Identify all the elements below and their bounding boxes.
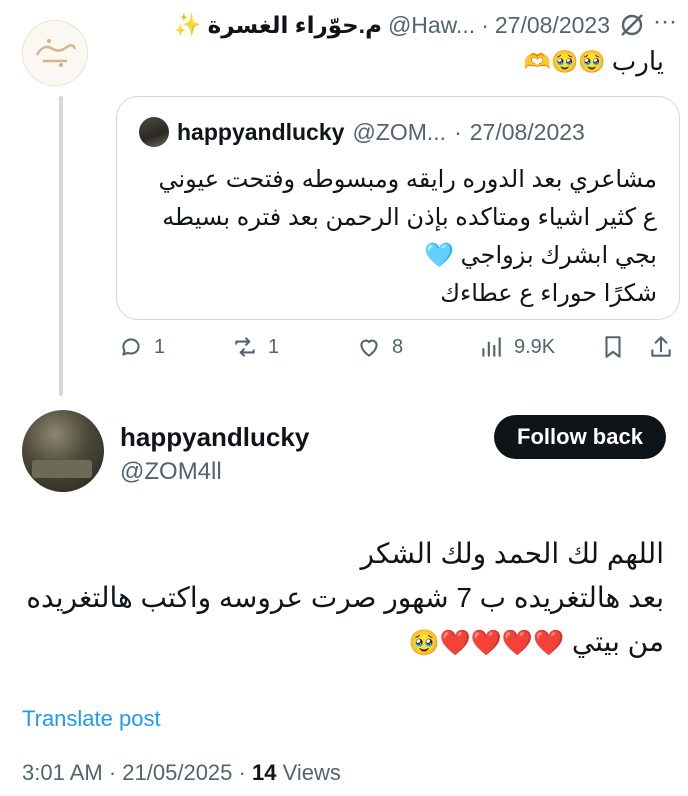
main-avatar[interactable] — [22, 410, 104, 492]
quoted-avatar — [139, 117, 169, 147]
views-label: Views — [282, 760, 341, 785]
parent-emojis: 🥹🥹🫶 — [523, 48, 606, 74]
separator: · — [454, 118, 462, 145]
hearts-emojis: ❤️❤️❤️❤️🥹 — [408, 629, 565, 657]
tweet-meta: 3:01 AM · 21/05/2025 · 14 Views — [22, 760, 341, 786]
sparkle-icon: ✨ — [174, 12, 202, 37]
main-display-name[interactable]: happyandlucky — [120, 422, 309, 453]
views-icon — [482, 337, 501, 357]
separator: · — [481, 11, 489, 38]
parent-date[interactable]: 27/08/2023 — [495, 12, 610, 39]
main-line-row: من بيتي ❤️❤️❤️❤️🥹 — [24, 620, 664, 665]
quoted-display-name: happyandlucky — [177, 118, 345, 145]
parent-handle[interactable]: @Haw... — [388, 12, 475, 39]
main-line: اللهم لك الحمد ولك الشكر — [360, 538, 665, 569]
views-total: 14 — [251, 760, 277, 785]
action-bar: 1 1 8 9.9K — [116, 334, 680, 374]
thread-line — [59, 96, 63, 396]
post-date[interactable]: 21/05/2025 — [122, 760, 232, 785]
bookmark-icon — [605, 336, 621, 358]
views-button[interactable]: 9.9K — [478, 334, 555, 360]
post-time[interactable]: 3:01 AM — [22, 760, 103, 785]
parent-text: يارب — [611, 46, 664, 76]
views-count: 9.9K — [514, 335, 556, 358]
reply-icon — [122, 338, 140, 356]
share-button[interactable] — [648, 334, 674, 360]
follow-back-button[interactable]: Follow back — [494, 415, 666, 459]
separator: · — [108, 760, 117, 785]
quoted-line: شكرًا حوراء ع عطاءك — [440, 280, 657, 307]
like-count: 8 — [392, 335, 404, 358]
share-icon — [651, 336, 671, 357]
parent-avatar[interactable] — [22, 20, 88, 86]
repost-button[interactable]: 1 — [232, 334, 279, 360]
quoted-line: بجي ابشرك بزواجي 🩵 — [424, 242, 657, 269]
repost-icon — [235, 337, 255, 357]
quoted-line: مشاعري بعد الدوره رايقه ومبسوطه وفتحت عي… — [158, 166, 657, 193]
parent-display-name[interactable]: م.حوّراء الغسرة — [208, 12, 382, 39]
like-button[interactable]: 8 — [356, 334, 403, 360]
reply-count: 1 — [154, 335, 166, 358]
translate-post-link[interactable]: Translate post — [22, 706, 161, 732]
quoted-line: ع كثير اشياء ومتاكده بإذن الرحمن بعد فتر… — [162, 204, 657, 231]
main-tweet-text: اللهم لك الحمد ولك الشكر بعد هالتغريده ب… — [24, 532, 664, 665]
more-icon[interactable]: ··· — [650, 10, 680, 40]
main-line: من بيتي — [571, 626, 664, 657]
quoted-tweet-card[interactable]: happyandlucky @ZOM... · 27/08/2023 مشاعر… — [116, 96, 680, 320]
quoted-text: مشاعري بعد الدوره رايقه ومبسوطه وفتحت عي… — [139, 161, 657, 313]
parent-text-row: يارب 🥹🥹🫶 — [524, 46, 664, 77]
main-handle[interactable]: @ZOM4ll — [120, 458, 222, 486]
repost-count: 1 — [268, 335, 280, 358]
grok-icon[interactable] — [618, 11, 646, 39]
parent-header: ✨ م.حوّراء الغسرة @Haw... · 27/08/2023 — [118, 8, 610, 42]
logo-icon — [35, 39, 77, 67]
quoted-handle: @ZOM... — [352, 118, 447, 145]
reply-button[interactable]: 1 — [118, 334, 165, 360]
separator: · — [238, 760, 246, 785]
quoted-date: 27/08/2023 — [469, 118, 585, 145]
bookmark-button[interactable] — [600, 334, 626, 360]
quoted-header: happyandlucky @ZOM... · 27/08/2023 — [139, 117, 657, 147]
like-icon — [360, 339, 378, 357]
main-line: بعد هالتغريده ب 7 شهور صرت عروسه واكتب ه… — [26, 582, 664, 613]
